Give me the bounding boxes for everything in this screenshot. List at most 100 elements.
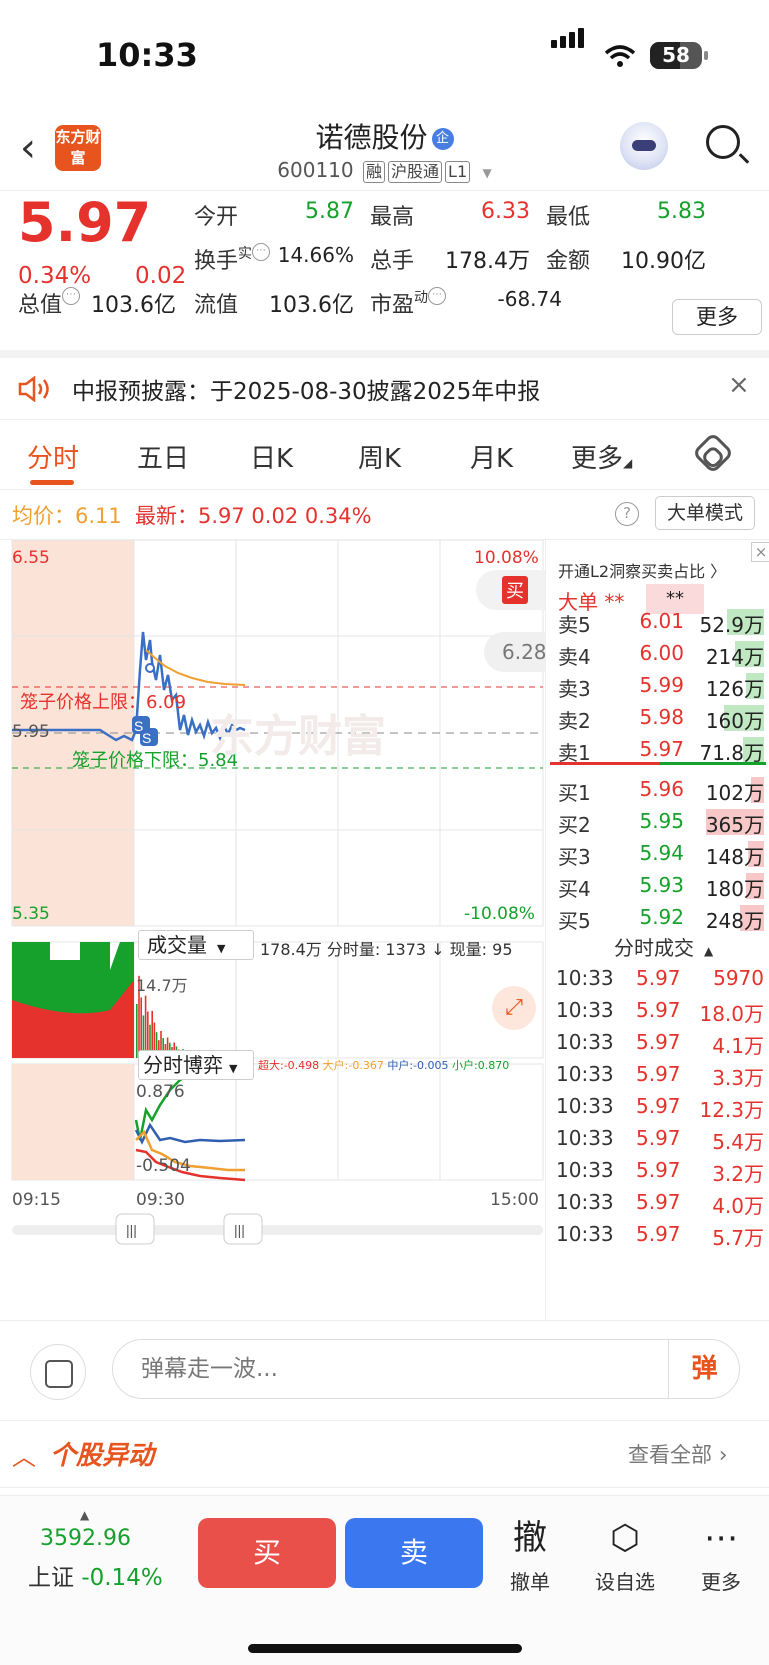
- more-label: 更多: [701, 1570, 741, 1594]
- level-price: 5.99: [639, 673, 684, 697]
- game-indicator-select[interactable]: 分时博弈 ▼: [138, 1050, 254, 1080]
- close-icon[interactable]: ×: [728, 370, 750, 400]
- view-all-link[interactable]: 查看全部 ›: [628, 1439, 728, 1469]
- book-divider-green: [660, 762, 766, 765]
- bid-row[interactable]: 买3 5.94 148万: [546, 837, 769, 869]
- tag-hk-connect: 沪股通: [388, 161, 443, 183]
- level-label: 卖5: [558, 613, 591, 637]
- cancel-order-button[interactable]: 撤撤单: [495, 1518, 565, 1595]
- level-label: 买3: [558, 845, 591, 869]
- time-scroller-track[interactable]: [12, 1225, 543, 1235]
- amount-value: 10.90亿: [621, 249, 706, 274]
- info-icon[interactable]: ⋯: [428, 287, 447, 305]
- bid-row[interactable]: 买1 5.96 102万: [546, 773, 769, 805]
- l2-upsell-link[interactable]: 开通L2洞察买卖占比 〉: [558, 558, 726, 582]
- ask-row[interactable]: 卖3 5.99 126万: [546, 669, 769, 701]
- trade-marker: [145, 663, 155, 673]
- volume-bar: [136, 1004, 138, 1058]
- pct-axis-bottom: -10.08%: [464, 904, 535, 924]
- help-icon[interactable]: ?: [615, 502, 639, 526]
- more-quote-button[interactable]: 更多: [672, 299, 762, 335]
- notice-text: 中报预披露：于2025-08-30披露2025年中报: [72, 379, 541, 405]
- stock-movement-header[interactable]: ︿ 个股异动 查看全部 ›: [0, 1420, 769, 1488]
- float-label: 流值: [194, 293, 239, 318]
- intraday-chart[interactable]: S S ||| ||| 6.55 10.08% 5.35 -10.08% 5.9…: [0, 540, 547, 1320]
- tick-time: 10:33: [556, 966, 614, 990]
- tab-five-day[interactable]: 五日: [137, 438, 189, 475]
- index-info[interactable]: 上证 -0.14%: [28, 1558, 163, 1592]
- volume-indicator-label: 成交量: [147, 933, 207, 957]
- tab-monthly-k[interactable]: 月K: [470, 438, 513, 475]
- volume-peak: 14.7万: [136, 976, 188, 995]
- y-axis-top: 6.55: [12, 548, 50, 568]
- tick-row: 10:33 5.97 5.7万: [546, 1218, 769, 1252]
- ticks-title[interactable]: 分时成交 ▲: [614, 932, 713, 961]
- ask-row[interactable]: 卖2 5.98 160万: [546, 701, 769, 733]
- danmu-settings-icon[interactable]: [30, 1344, 86, 1400]
- ask-row[interactable]: 卖1 5.97 71.8万: [546, 733, 769, 765]
- tag-margin: 融: [363, 161, 386, 183]
- time-end: 15:00: [490, 1190, 539, 1210]
- tick-row: 10:33 5.97 4.0万: [546, 1186, 769, 1220]
- tick-price: 5.97: [636, 1190, 681, 1214]
- tick-row: 10:33 5.97 3.3万: [546, 1058, 769, 1092]
- tick-price: 5.97: [636, 1030, 681, 1054]
- bid-row[interactable]: 买2 5.95 365万: [546, 805, 769, 837]
- pct-axis-top: 10.08%: [474, 548, 539, 568]
- chevron-up-icon[interactable]: ︿: [12, 1437, 36, 1472]
- level-label: 买1: [558, 781, 591, 805]
- volume-value: 178.4万: [445, 249, 530, 274]
- cage-upper-label: 笼子价格上限：6.09: [20, 692, 187, 713]
- prev-close-label: 5.95: [12, 722, 50, 742]
- tab-daily-k[interactable]: 日K: [250, 438, 293, 475]
- ask-row[interactable]: 卖4 6.00 214万: [546, 637, 769, 669]
- ask-row[interactable]: 卖5 6.01 52.9万: [546, 605, 769, 637]
- enterprise-badge-icon: 企: [431, 128, 454, 150]
- bid-row[interactable]: 买5 5.92 248万: [546, 901, 769, 933]
- info-icon[interactable]: ⋯: [252, 243, 271, 261]
- caret-up-icon[interactable]: ▲: [80, 1508, 89, 1522]
- tab-more[interactable]: 更多◢: [571, 438, 632, 475]
- buy-button[interactable]: 买: [198, 1518, 336, 1588]
- danmu-send-button[interactable]: 弹: [668, 1339, 740, 1399]
- scroller-grip-icon: |||: [126, 1222, 137, 1238]
- volume-indicator-select[interactable]: 成交量 ▼: [138, 930, 254, 960]
- tick-price: 5.97: [636, 1094, 681, 1118]
- buy-tag-bubble[interactable]: 买: [476, 570, 546, 610]
- more-button[interactable]: ⋯ 更多: [686, 1518, 756, 1595]
- danmu-bar: 弹幕走一波... 弹: [0, 1320, 769, 1420]
- settings-gear-icon[interactable]: [691, 431, 735, 475]
- tab-weekly-k[interactable]: 周K: [358, 438, 401, 475]
- info-icon[interactable]: ⋯: [62, 287, 81, 305]
- bid-row[interactable]: 买4 5.93 180万: [546, 869, 769, 901]
- movement-title: 个股异动: [50, 1441, 155, 1471]
- price-summary-bar: 均价：6.11 最新：5.97 0.02 0.34% ? 大单模式: [0, 490, 769, 540]
- scroller-grip-icon: |||: [234, 1222, 245, 1238]
- turnover-label-text: 换手: [194, 249, 239, 274]
- level-volume: 365万: [705, 813, 764, 837]
- sell-marker-label: S: [142, 730, 151, 746]
- expand-icon[interactable]: ⤢: [492, 986, 536, 1030]
- pe-value: -68.74: [497, 287, 562, 311]
- level-volume: 126万: [705, 677, 764, 701]
- danmu-input[interactable]: 弹幕走一波...: [112, 1339, 740, 1399]
- level-volume: 102万: [705, 781, 764, 805]
- wifi-icon: [604, 45, 636, 67]
- change-amount: 0.02: [135, 263, 187, 289]
- notice-bar[interactable]: 中报预披露：于2025-08-30披露2025年中报 ×: [0, 350, 769, 420]
- close-icon[interactable]: ×: [751, 542, 769, 562]
- stock-header: ‹ 东方财富 诺德股份企 600110 融沪股通 L1 ▼: [0, 110, 769, 190]
- game-axis-bottom: -0.504: [136, 1156, 191, 1176]
- dropdown-icon[interactable]: ▼: [482, 166, 491, 180]
- legend-small: 小户:0.870: [452, 1059, 510, 1072]
- index-value[interactable]: 3592.96: [40, 1526, 131, 1551]
- ai-assistant-icon[interactable]: [620, 122, 668, 170]
- search-icon[interactable]: [706, 125, 740, 159]
- sell-button[interactable]: 卖: [345, 1518, 483, 1588]
- time-open: 09:30: [136, 1190, 185, 1210]
- big-order-mode-button[interactable]: 大单模式: [655, 496, 755, 530]
- turnover-label: 换手实 ⋯: [194, 243, 271, 275]
- tab-intraday[interactable]: 分时: [27, 438, 79, 475]
- add-watchlist-button[interactable]: ⬡ 设自选: [590, 1518, 660, 1595]
- battery-icon: 58: [650, 42, 708, 69]
